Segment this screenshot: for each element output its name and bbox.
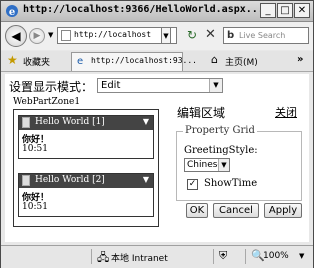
property-grid-legend: Property Grid <box>183 125 257 136</box>
editor-zone-title: 编辑区域 <box>177 106 226 120</box>
search-input[interactable]: Live Search <box>239 31 285 40</box>
apply-button[interactable]: Apply <box>264 203 302 218</box>
toolbar-more-icon[interactable]: » <box>297 54 303 65</box>
webpart-title: Hello World [1] <box>35 117 105 127</box>
window-title: http://localhost:9366/HelloWorld.aspx... <box>23 4 264 15</box>
ie-logo-icon: e <box>6 5 18 18</box>
webpart-zone-label: WebPartZone1 <box>13 97 81 107</box>
favorites-star-icon[interactable]: ★ <box>7 53 18 67</box>
webpart-title-bar[interactable]: Hello World [1] ▼ <box>19 116 153 130</box>
webpart-icon <box>22 175 30 186</box>
webpart-title-bar[interactable]: Hello World [2] ▼ <box>19 174 153 188</box>
time-text: 10:51 <box>22 144 48 154</box>
zoom-dropdown-icon[interactable]: ▼ <box>299 252 304 260</box>
display-mode-value: Edit <box>101 80 121 91</box>
zoom-level[interactable]: 100% <box>263 251 289 261</box>
greeting-style-select[interactable]: Chinese ▼ <box>184 158 230 172</box>
status-bar: 🖧 本地 Intranet ⛨ 🔍 100% ▼ <box>1 245 313 268</box>
status-separator <box>213 249 214 264</box>
show-time-label: ShowTime <box>204 178 258 189</box>
refresh-icon[interactable]: ↻ <box>187 28 197 42</box>
back-button[interactable]: ◀ <box>5 25 27 47</box>
webpart-hello-world-1: Hello World [1] ▼ 你好！ 10:51 <box>18 115 154 159</box>
property-grid: Property Grid GreetingStyle: Chinese ▼ ✓… <box>176 125 302 201</box>
back-arrow-icon: ◀ <box>11 29 21 43</box>
navigation-bar: ◀ ▶ ▼ http://localhost ▼ ↻ ✕ b Live Sear… <box>1 22 313 50</box>
page-icon <box>61 30 71 41</box>
home-button[interactable]: 主页(M) <box>225 55 258 68</box>
title-bar: e http://localhost:9366/HelloWorld.aspx.… <box>1 1 313 22</box>
address-input[interactable]: http://localhost <box>74 30 151 39</box>
forward-button[interactable]: ▶ <box>29 28 45 44</box>
time-text: 10:51 <box>22 202 48 212</box>
chevron-down-icon: ▼ <box>218 159 229 171</box>
browser-window: e http://localhost:9366/HelloWorld.aspx.… <box>0 0 314 268</box>
chevron-down-icon: ▼ <box>209 79 222 92</box>
display-mode-select[interactable]: Edit ▼ <box>97 78 223 93</box>
ok-button[interactable]: OK <box>186 203 208 218</box>
protected-mode-icon[interactable]: ⛨ <box>219 249 227 263</box>
webpart-icon <box>22 117 30 128</box>
webpart-zone: Hello World [1] ▼ 你好！ 10:51 Hello World … <box>13 109 159 227</box>
live-search-logo-icon: b <box>227 30 235 41</box>
greeting-style-label: GreetingStyle: <box>184 145 258 156</box>
status-separator <box>91 249 92 264</box>
svg-text:e: e <box>9 7 15 18</box>
page-content: 设置显示模式： Edit ▼ WebPartZone1 Hello World … <box>5 74 309 242</box>
checkmark-icon: ✓ <box>188 179 197 189</box>
webpart-title: Hello World [2] <box>35 175 105 185</box>
close-button[interactable]: ✕ <box>294 3 310 18</box>
favorites-bar: ★ 收藏夹 e http://localhost:93... ⌂ 主页(M) » <box>1 51 313 72</box>
tab-title: http://localhost:93... <box>91 56 197 65</box>
show-time-checkbox[interactable]: ✓ <box>187 179 198 190</box>
search-box[interactable]: b Live Search <box>223 27 309 44</box>
forward-arrow-icon: ▶ <box>33 31 41 41</box>
home-icon[interactable]: ⌂ <box>211 53 218 66</box>
stop-icon[interactable]: ✕ <box>205 27 216 42</box>
status-separator <box>245 249 246 264</box>
tab-current-page[interactable]: e http://localhost:93... <box>71 52 197 71</box>
webpart-hello-world-2: Hello World [2] ▼ 你好！ 10:51 <box>18 173 154 217</box>
address-dropdown-icon[interactable]: ▼ <box>161 27 171 44</box>
verbs-menu-icon[interactable]: ▼ <box>143 175 149 184</box>
maximize-button[interactable]: □ <box>277 3 293 18</box>
history-dropdown-icon[interactable]: ▼ <box>48 31 53 39</box>
window-controls: _ □ ✕ <box>260 3 310 18</box>
minimize-button[interactable]: _ <box>260 3 276 18</box>
editor-close-link[interactable]: 关闭 <box>275 104 297 120</box>
display-mode-label: 设置显示模式： <box>9 80 94 94</box>
security-zone-text: 本地 Intranet <box>111 254 168 264</box>
favorites-button[interactable]: 收藏夹 <box>23 55 50 68</box>
cancel-button[interactable]: Cancel <box>213 203 259 218</box>
ie-tab-icon: e <box>77 56 84 67</box>
address-bar[interactable]: http://localhost <box>57 27 177 44</box>
intranet-zone-icon: 🖧 <box>97 251 110 264</box>
verbs-menu-icon[interactable]: ▼ <box>143 117 149 126</box>
